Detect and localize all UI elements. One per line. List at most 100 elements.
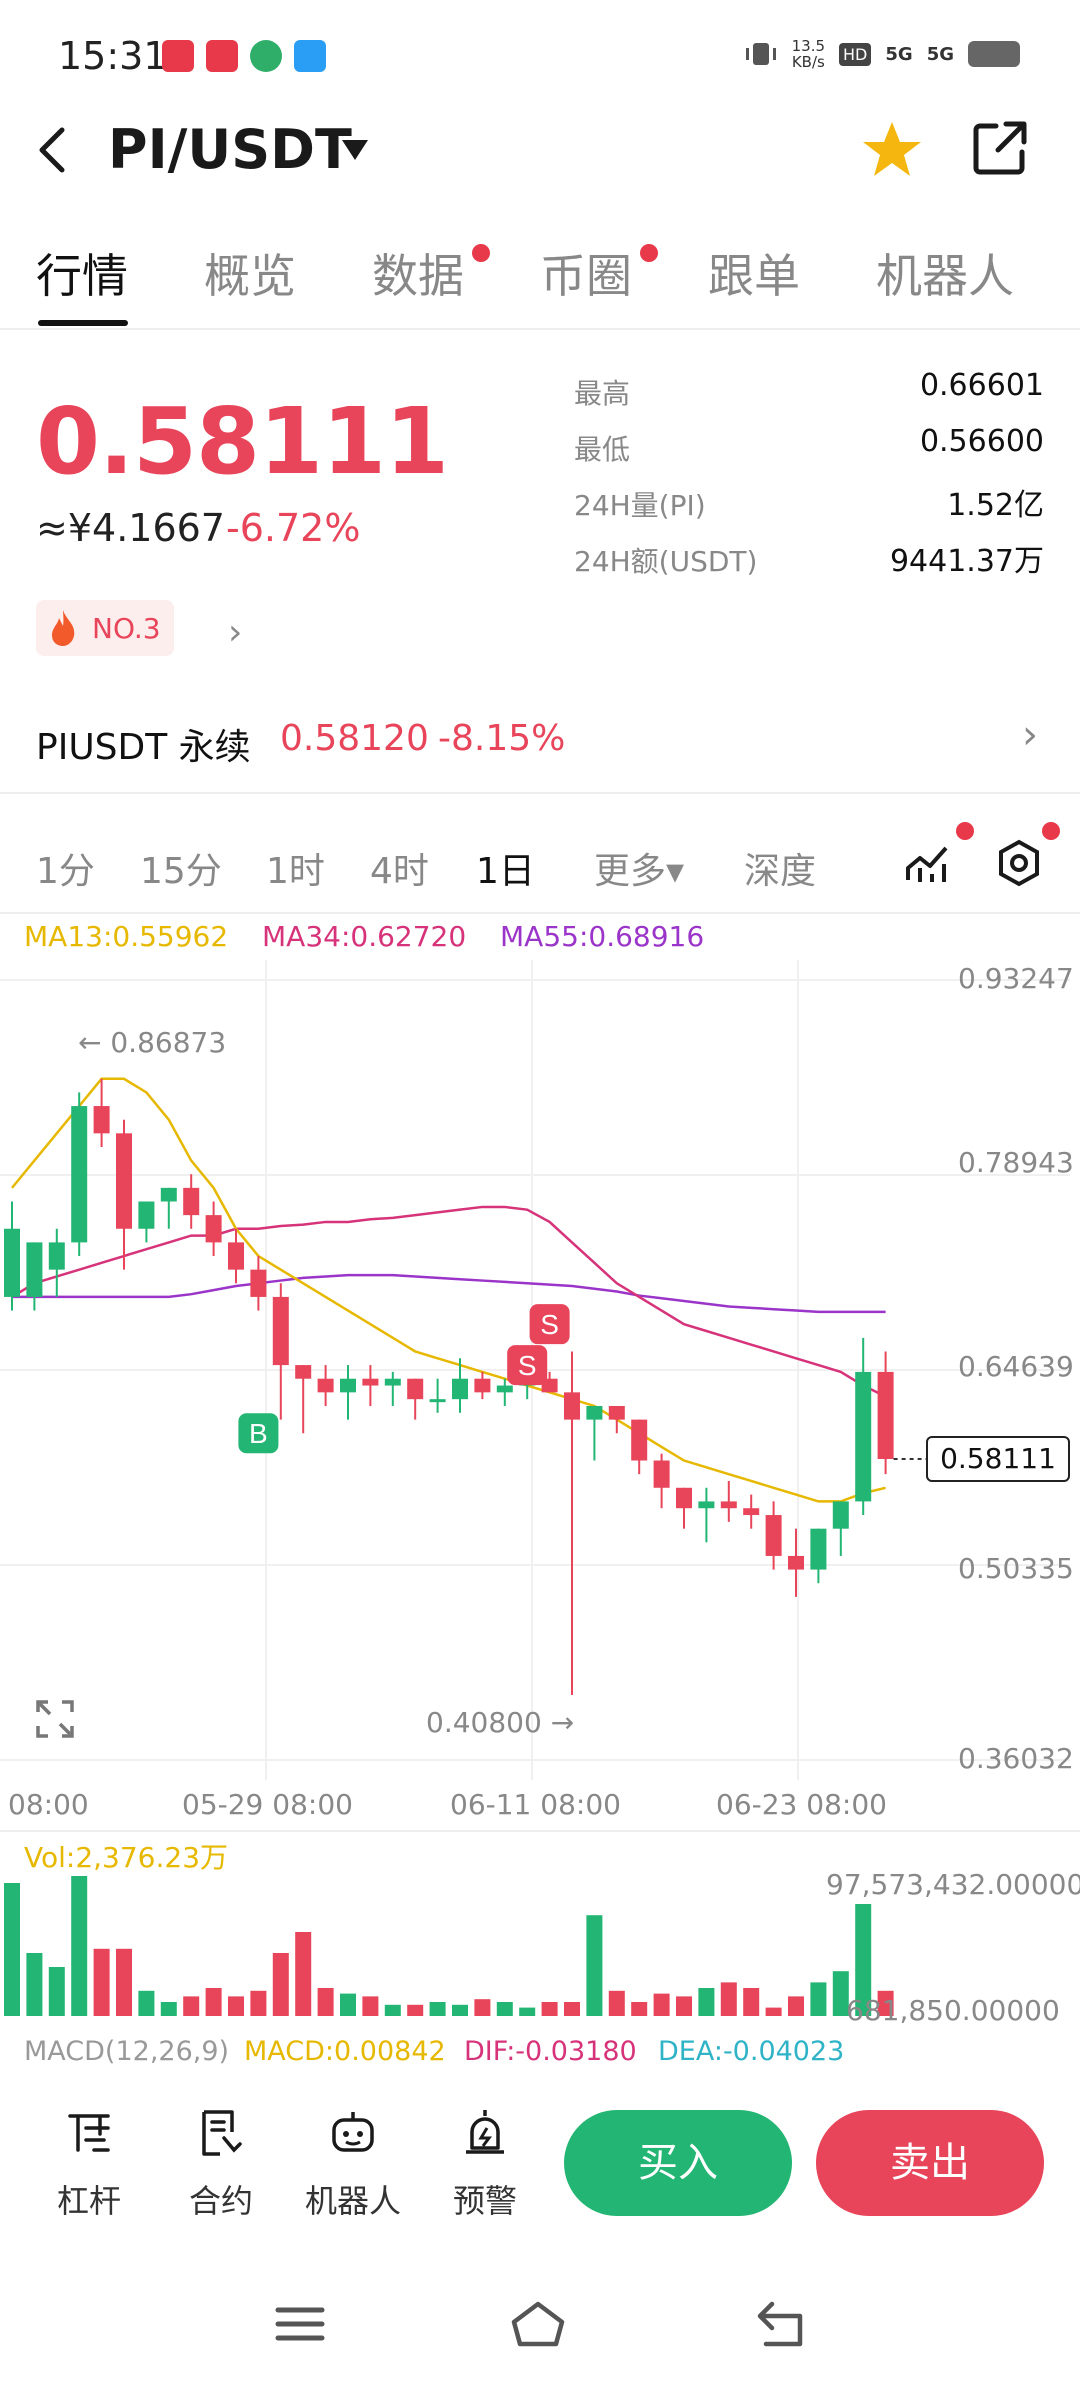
- battery-icon: [968, 41, 1020, 67]
- tab-market[interactable]: 行情: [36, 240, 128, 306]
- tab-copy-trade[interactable]: 跟单: [708, 240, 800, 306]
- candle: [340, 1365, 356, 1420]
- ma13-legend: MA13:0.55962: [24, 920, 229, 953]
- pair-title[interactable]: PI/USDT: [108, 118, 352, 181]
- volume-bar: [564, 2002, 580, 2016]
- candle: [4, 1201, 20, 1311]
- contract-label[interactable]: 合约: [161, 2176, 281, 2222]
- interval-depth[interactable]: 深度: [744, 842, 816, 894]
- stat-vol-value: 1.52亿: [947, 488, 1044, 523]
- indicator-icon[interactable]: [902, 838, 952, 888]
- notification-icon: [206, 40, 238, 72]
- candle: [743, 1494, 760, 1529]
- perp-name[interactable]: PIUSDT 永续: [36, 718, 251, 770]
- candle-body: [295, 1365, 312, 1379]
- candle: [631, 1419, 648, 1475]
- chevron-right-icon[interactable]: ›: [1022, 712, 1038, 758]
- candle: [653, 1453, 670, 1509]
- candle: [183, 1174, 200, 1229]
- volume-bar: [317, 1988, 334, 2016]
- leverage-icon[interactable]: [64, 2108, 114, 2158]
- candle: [384, 1371, 401, 1406]
- home-icon[interactable]: [510, 2300, 566, 2348]
- settings-icon[interactable]: [994, 838, 1044, 888]
- star-icon[interactable]: [860, 118, 924, 182]
- volume-bar: [384, 2004, 401, 2016]
- tab-overview[interactable]: 概览: [204, 240, 296, 306]
- candle: [407, 1378, 424, 1420]
- y-tick: 0.78943: [958, 1146, 1074, 1179]
- volume-bar: [788, 1996, 804, 2016]
- interval-1h[interactable]: 1时: [266, 842, 325, 894]
- candle-body: [877, 1371, 894, 1460]
- indicator-dot: [956, 822, 974, 840]
- sell-button[interactable]: 卖出: [816, 2110, 1044, 2216]
- last-price: 0.58111: [36, 388, 449, 495]
- volume-bar: [631, 2002, 648, 2016]
- chevron-right-icon[interactable]: ›: [228, 612, 242, 653]
- back-nav-icon[interactable]: [752, 2300, 808, 2348]
- candle-body: [48, 1242, 65, 1270]
- tab-data[interactable]: 数据: [372, 240, 464, 306]
- candle: [810, 1528, 827, 1584]
- candle-body: [564, 1392, 580, 1420]
- interval-15m[interactable]: 15分: [140, 842, 222, 894]
- candle: [26, 1242, 43, 1311]
- candle-body: [429, 1399, 446, 1403]
- candle-body: [496, 1385, 513, 1393]
- volume-bar: [48, 1967, 65, 2016]
- leverage-label[interactable]: 杠杆: [29, 2176, 149, 2222]
- macd-title: MACD(12,26,9): [24, 2036, 230, 2067]
- volume-bar: [720, 1982, 737, 2016]
- volume-bar: [496, 2002, 513, 2016]
- volume-bar: [407, 2004, 424, 2016]
- volume-bar: [586, 1915, 603, 2016]
- perp-change-pct: -8.15%: [438, 718, 566, 759]
- candle-body: [228, 1242, 244, 1270]
- candle: [788, 1528, 804, 1597]
- volume-bar: [272, 1953, 289, 2016]
- volume-bar: [250, 1990, 267, 2016]
- candle-body: [608, 1405, 625, 1420]
- interval-more[interactable]: 更多▾: [594, 842, 684, 894]
- candle: [429, 1378, 446, 1413]
- settings-dot: [1042, 822, 1060, 840]
- robot-icon[interactable]: [328, 2108, 378, 2158]
- candle: [317, 1365, 334, 1406]
- candle-body: [205, 1215, 222, 1243]
- buy-button[interactable]: 买入: [564, 2110, 792, 2216]
- volume-bar: [26, 1953, 43, 2016]
- back-icon[interactable]: [30, 120, 74, 180]
- interval-1m[interactable]: 1分: [36, 842, 95, 894]
- x-tick: 05-29 08:00: [182, 1788, 353, 1821]
- current-price-tag: 0.58111: [926, 1436, 1070, 1482]
- stat-low-label: 最低: [574, 433, 631, 466]
- tab-community[interactable]: 币圈: [540, 240, 632, 306]
- menu-icon[interactable]: [272, 2300, 328, 2348]
- alert-label[interactable]: 预警: [425, 2176, 545, 2222]
- robot-label[interactable]: 机器人: [293, 2176, 413, 2222]
- volume-bar: [183, 1996, 200, 2016]
- candle-body: [743, 1508, 760, 1516]
- tab-robot[interactable]: 机器人: [876, 240, 1014, 306]
- dif-value: DIF:-0.03180: [464, 2036, 637, 2067]
- candle: [71, 1092, 88, 1257]
- contract-icon[interactable]: [196, 2108, 246, 2158]
- divider: [0, 1830, 1080, 1832]
- candle-body: [653, 1460, 670, 1488]
- candlestick-chart[interactable]: B SS: [0, 960, 1080, 1780]
- fullscreen-icon[interactable]: [34, 1698, 76, 1740]
- x-tick: 06-11 08:00: [450, 1788, 621, 1821]
- min-price-label: 0.40800 →: [426, 1706, 575, 1739]
- stat-vol-label: 24H量(PI): [574, 489, 706, 522]
- caret-down-icon[interactable]: [340, 138, 370, 162]
- notification-icon: [250, 40, 282, 72]
- alert-icon[interactable]: [460, 2108, 510, 2158]
- interval-1d[interactable]: 1日: [476, 842, 535, 894]
- candle: [698, 1487, 715, 1543]
- candle-body: [340, 1378, 356, 1393]
- signal-icon: 5G: [885, 43, 913, 65]
- share-icon[interactable]: [970, 118, 1030, 178]
- candle: [160, 1187, 177, 1229]
- interval-4h[interactable]: 4时: [370, 842, 429, 894]
